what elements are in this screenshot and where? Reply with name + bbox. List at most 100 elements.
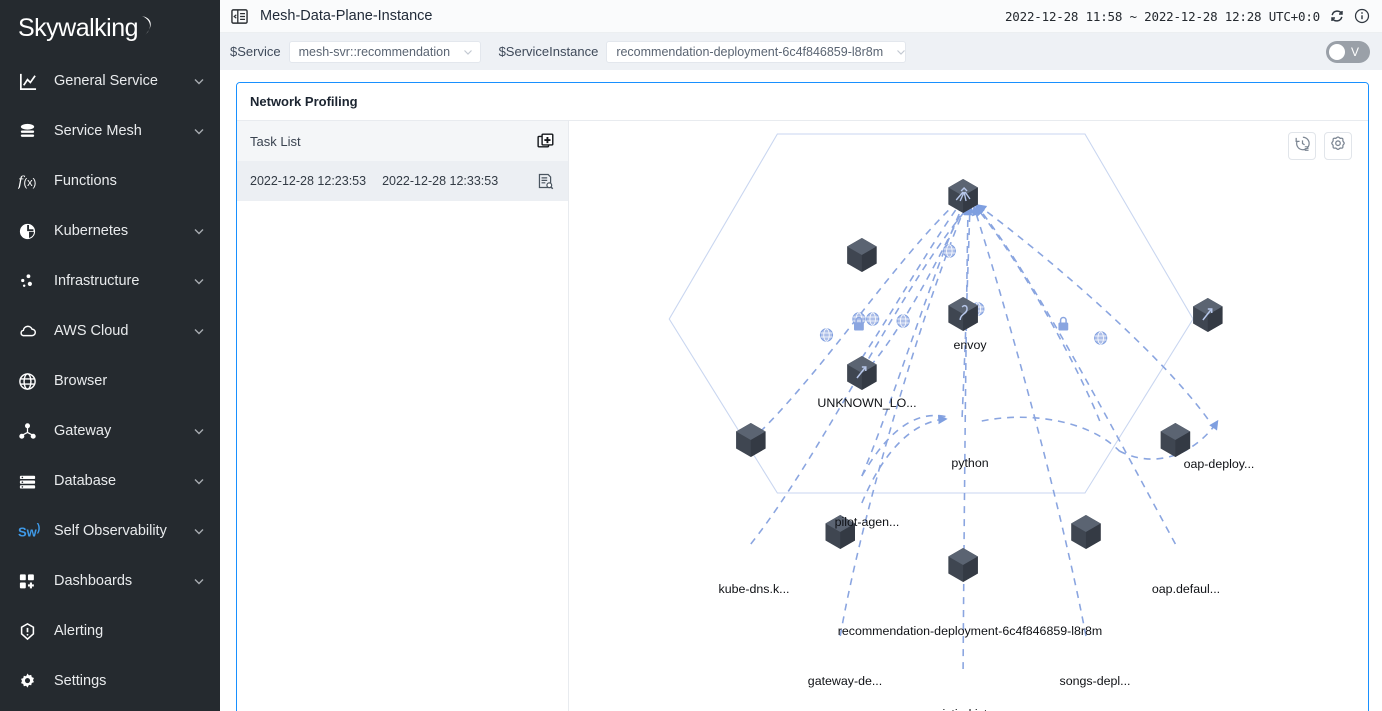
chevron-down-icon[interactable] bbox=[192, 324, 206, 338]
service-instance-select-value: recommendation-deployment-6c4f846859-l8r… bbox=[616, 45, 883, 59]
layers-icon bbox=[18, 120, 44, 142]
chevron-down-icon bbox=[883, 46, 907, 58]
svg-text:(x): (x) bbox=[24, 177, 37, 189]
topology-canvas[interactable] bbox=[569, 121, 1368, 711]
globe-icon bbox=[820, 329, 832, 341]
sidebar-item-aws-cloud[interactable]: AWS Cloud bbox=[0, 306, 220, 356]
node-istiod bbox=[948, 548, 977, 582]
service-select[interactable]: mesh-svr::recommendation bbox=[289, 41, 481, 63]
refresh-icon[interactable] bbox=[1328, 8, 1345, 25]
moon-icon bbox=[140, 15, 155, 42]
sidebar-item-dashboards[interactable]: Dashboards bbox=[0, 556, 220, 606]
node-songs-deployment bbox=[1071, 515, 1100, 549]
globe-icon bbox=[867, 313, 879, 325]
chevron-down-icon[interactable] bbox=[192, 424, 206, 438]
panel-header: Network Profiling bbox=[237, 83, 1368, 121]
node-python bbox=[948, 297, 977, 331]
filter-bar: $Service mesh-svr::recommendation $Servi… bbox=[220, 33, 1382, 70]
lock-icon bbox=[1058, 318, 1068, 331]
sidebar-item-browser[interactable]: Browser bbox=[0, 356, 220, 406]
database-icon bbox=[18, 470, 44, 492]
sidebar-item-label: Functions bbox=[54, 173, 206, 189]
cloud-icon bbox=[18, 320, 44, 342]
node-gateway-deployment bbox=[826, 515, 855, 549]
sidebar-item-label: Settings bbox=[54, 673, 206, 689]
sidebar-item-kubernetes[interactable]: Kubernetes bbox=[0, 206, 220, 256]
gear-icon bbox=[18, 670, 44, 692]
task-end-time: 2022-12-28 12:33:53 bbox=[382, 174, 498, 188]
time-range-label[interactable]: 2022-12-28 11:58 ~ 2022-12-28 12:28 UTC+… bbox=[1005, 9, 1320, 24]
instance-filter-label: $ServiceInstance bbox=[499, 44, 599, 59]
info-icon[interactable] bbox=[1353, 8, 1370, 25]
function-icon: f(x) bbox=[18, 170, 44, 192]
brand-logo[interactable]: Skywalking bbox=[0, 0, 220, 56]
service-instance-select[interactable]: recommendation-deployment-6c4f846859-l8r… bbox=[606, 41, 906, 63]
chevron-down-icon[interactable] bbox=[192, 274, 206, 288]
chart-icon bbox=[18, 70, 44, 92]
reload-history-button[interactable] bbox=[1288, 132, 1316, 160]
chevron-down-icon[interactable] bbox=[192, 524, 206, 538]
dots-icon bbox=[18, 270, 44, 292]
page-title: Mesh-Data-Plane-Instance bbox=[260, 8, 432, 24]
sidebar-item-label: Kubernetes bbox=[54, 223, 192, 239]
sidebar-item-settings[interactable]: Settings bbox=[0, 656, 220, 706]
sidebar-item-label: Gateway bbox=[54, 423, 192, 439]
brand-text: Skywalking bbox=[18, 16, 138, 41]
sidebar-item-service-mesh[interactable]: Service Mesh bbox=[0, 106, 220, 156]
node-oap-default bbox=[1161, 423, 1190, 457]
panel-body: Task List 2022-12-28 12:23:53 2022-12-28… bbox=[237, 121, 1368, 711]
sidebar-item-functions[interactable]: f(x) Functions bbox=[0, 156, 220, 206]
chevron-down-icon[interactable] bbox=[192, 124, 206, 138]
sidebar-item-label: Self Observability bbox=[54, 523, 192, 539]
sidebar-item-gateway[interactable]: Gateway bbox=[0, 406, 220, 456]
graph-settings-button[interactable] bbox=[1324, 132, 1352, 160]
task-start-time: 2022-12-28 12:23:53 bbox=[250, 174, 366, 188]
history-icon bbox=[1294, 135, 1311, 157]
chevron-down-icon[interactable] bbox=[192, 224, 206, 238]
sidebar-item-label: Database bbox=[54, 473, 192, 489]
task-list-label: Task List bbox=[250, 134, 301, 149]
gear-icon bbox=[1329, 135, 1347, 158]
toggle-label: V bbox=[1351, 46, 1359, 58]
sidebar-item-general-service[interactable]: General Service bbox=[0, 56, 220, 106]
sidebar-item-alerting[interactable]: Alerting bbox=[0, 606, 220, 656]
topology-graph[interactable]: envoy UNKNOWN_LO... python pilot-agen...… bbox=[569, 121, 1368, 711]
view-toggle[interactable]: V bbox=[1326, 41, 1370, 63]
chevron-down-icon bbox=[450, 46, 474, 58]
dashboard-icon bbox=[18, 570, 44, 592]
chevron-down-icon[interactable] bbox=[192, 574, 206, 588]
skywalking-mark-icon: Sw) bbox=[18, 520, 44, 542]
sidebar-item-label: Service Mesh bbox=[54, 123, 192, 139]
sidebar-item-label: Alerting bbox=[54, 623, 206, 639]
node-pilot-agent bbox=[847, 356, 876, 390]
globe-icon bbox=[1095, 332, 1107, 344]
chevron-down-icon[interactable] bbox=[192, 474, 206, 488]
sidebar-item-label: AWS Cloud bbox=[54, 323, 192, 339]
node-kube-dns bbox=[736, 423, 765, 457]
chevron-down-icon[interactable] bbox=[192, 74, 206, 88]
sidebar-item-self-observability[interactable]: Sw) Self Observability bbox=[0, 506, 220, 556]
toggle-knob bbox=[1329, 44, 1345, 60]
add-task-icon[interactable] bbox=[537, 133, 554, 150]
sidebar-item-database[interactable]: Database bbox=[0, 456, 220, 506]
sidebar-item-label: Dashboards bbox=[54, 573, 192, 589]
sidebar-item-infrastructure[interactable]: Infrastructure bbox=[0, 256, 220, 306]
task-list-header: Task List bbox=[237, 121, 568, 161]
globe-icon bbox=[18, 370, 44, 392]
header-right-group: 2022-12-28 11:58 ~ 2022-12-28 12:28 UTC+… bbox=[1005, 8, 1382, 25]
sidebar: Skywalking General Service Service Mesh bbox=[0, 0, 220, 711]
top-header: Mesh-Data-Plane-Instance 2022-12-28 11:5… bbox=[220, 0, 1382, 33]
gateway-icon bbox=[18, 420, 44, 442]
node-unknown-lo bbox=[847, 238, 876, 272]
alert-icon bbox=[18, 620, 44, 642]
collapse-sidebar-icon[interactable] bbox=[226, 3, 252, 29]
topology-edges bbox=[751, 199, 1208, 669]
task-list-column: Task List 2022-12-28 12:23:53 2022-12-28… bbox=[237, 121, 569, 711]
topology-nodes bbox=[736, 179, 1222, 582]
globe-icon bbox=[943, 245, 955, 257]
service-select-value: mesh-svr::recommendation bbox=[299, 45, 450, 59]
sidebar-item-label: Browser bbox=[54, 373, 206, 389]
task-detail-icon[interactable] bbox=[537, 173, 554, 190]
sidebar-item-label: General Service bbox=[54, 73, 192, 89]
task-row[interactable]: 2022-12-28 12:23:53 2022-12-28 12:33:53 bbox=[237, 161, 568, 201]
